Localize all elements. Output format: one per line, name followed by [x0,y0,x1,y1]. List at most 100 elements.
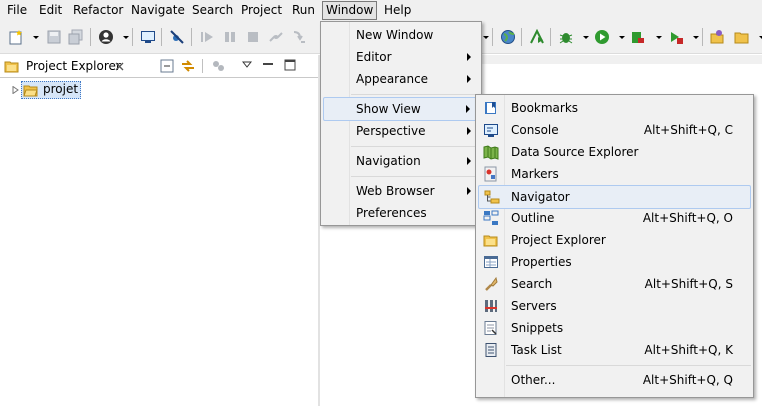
expand-arrow-icon[interactable] [12,86,19,94]
project-tree: projet [0,78,318,406]
chevron-down-icon[interactable] [614,29,625,45]
markers-icon [484,166,497,182]
menu-separator [351,176,479,177]
submenu-arrow-icon [467,157,471,165]
terminate-icon[interactable] [245,29,261,45]
run-last-icon[interactable] [529,29,545,45]
tree-item-label: projet [43,82,79,96]
menu-item-show-view[interactable]: Show View [323,97,479,121]
tab-label: Project Explorer [26,59,121,73]
menu-item-label: Other... [511,373,556,387]
disconnect-icon[interactable] [268,29,284,45]
skip-breakpoints-icon[interactable] [169,29,185,45]
menu-item-appearance[interactable]: Appearance [323,68,479,90]
menu-item-accelerator: Alt+Shift+Q, S [644,277,733,291]
open-type-icon[interactable] [710,29,726,45]
menu-item-data-source-explorer[interactable]: Data Source Explorer [478,141,751,163]
globe-icon[interactable] [500,29,516,45]
menu-item-label: Markers [511,167,559,181]
chevron-down-icon[interactable] [28,29,39,45]
tree-item-projet[interactable]: projet [12,81,82,99]
maximize-icon[interactable] [284,59,296,71]
menu-item-markers[interactable]: Markers [478,163,751,185]
chevron-down-icon[interactable] [754,29,762,45]
snippets-icon [484,321,497,335]
chevron-down-icon[interactable] [688,29,699,45]
menu-item-label: New Window [356,28,434,42]
menu-item-servers[interactable]: Servers [478,295,751,317]
toolbar-separator [702,28,703,46]
menu-item-console[interactable]: Console Alt+Shift+Q, C [478,119,751,141]
project-explorer-header: Project Explorer [0,55,318,78]
menu-item-task-list[interactable]: Task List Alt+Shift+Q, K [478,339,751,361]
coverage-icon[interactable] [630,29,646,45]
menu-item-outline[interactable]: Outline Alt+Shift+Q, O [478,207,751,229]
menu-project[interactable]: Project [238,2,285,19]
menu-item-other[interactable]: Other... Alt+Shift+Q, Q [478,369,751,391]
properties-icon [484,256,498,268]
show-view-submenu: Bookmarks Console Alt+Shift+Q, C Data So… [475,94,754,398]
menu-item-label: Show View [356,102,421,116]
menu-edit[interactable]: Edit [36,2,65,19]
menu-item-web-browser[interactable]: Web Browser [323,180,479,202]
menu-item-editor[interactable]: Editor [323,46,479,68]
menu-item-navigation[interactable]: Navigation [323,150,479,172]
menu-item-search[interactable]: Search Alt+Shift+Q, S [478,273,751,295]
new-icon[interactable] [8,29,24,45]
monitor-icon[interactable] [140,29,156,45]
menu-window[interactable]: Window [322,1,378,20]
menu-item-preferences[interactable]: Preferences [323,202,479,224]
view-menu-icon[interactable] [242,61,252,69]
menu-item-label: Task List [511,343,562,357]
suspend-icon[interactable] [222,29,238,45]
avatar-icon[interactable] [98,29,114,45]
menu-item-label: Web Browser [356,184,435,198]
toolbar-separator [90,28,91,46]
folder-icon [4,61,19,73]
project-explorer-icon [483,235,498,247]
toolbar-separator [550,28,551,46]
save-icon[interactable] [46,29,62,45]
menu-item-navigator[interactable]: Navigator [478,185,751,209]
debug-icon[interactable] [558,29,574,45]
menu-search[interactable]: Search [189,2,236,19]
menu-refactor[interactable]: Refactor [70,2,126,19]
run-icon[interactable] [594,29,610,45]
minimize-icon[interactable] [262,60,274,70]
menu-item-accelerator: Alt+Shift+Q, K [644,343,733,357]
chevron-down-icon[interactable] [651,29,662,45]
menu-item-perspective[interactable]: Perspective [323,120,479,142]
external-tools-icon[interactable] [668,29,684,45]
menu-item-new-window[interactable]: New Window [323,24,479,46]
resume-icon[interactable] [199,29,215,45]
open-folder-icon[interactable] [734,29,750,45]
menu-item-properties[interactable]: Properties [478,251,751,273]
servers-icon [485,300,497,312]
menu-item-snippets[interactable]: Snippets [478,317,751,339]
toolbar-separator [521,28,522,46]
step-into-icon[interactable] [291,29,307,45]
chevron-down-icon[interactable] [118,29,129,45]
close-icon[interactable] [115,62,124,71]
save-all-icon[interactable] [68,29,84,45]
submenu-arrow-icon [466,105,470,113]
navigator-icon [484,190,500,204]
collapse-all-icon[interactable] [160,59,174,73]
toolbar-separator [492,28,493,46]
menu-separator [506,365,751,366]
filters-icon[interactable] [210,58,226,74]
menu-item-project-explorer[interactable]: Project Explorer [478,229,751,251]
menu-item-label: Data Source Explorer [511,145,639,159]
menu-run[interactable]: Run [289,2,318,19]
menu-help[interactable]: Help [381,2,414,19]
menu-item-label: Appearance [356,72,429,86]
link-with-editor-icon[interactable] [180,58,196,74]
menu-item-bookmarks[interactable]: Bookmarks [478,97,751,119]
menu-separator [351,94,479,95]
chevron-down-icon[interactable] [578,29,589,45]
menu-file[interactable]: File [4,2,30,19]
task-list-icon [485,343,497,357]
menu-item-accelerator: Alt+Shift+Q, C [643,123,733,137]
menu-item-accelerator: Alt+Shift+Q, O [642,211,733,225]
menu-navigate[interactable]: Navigate [128,2,188,19]
